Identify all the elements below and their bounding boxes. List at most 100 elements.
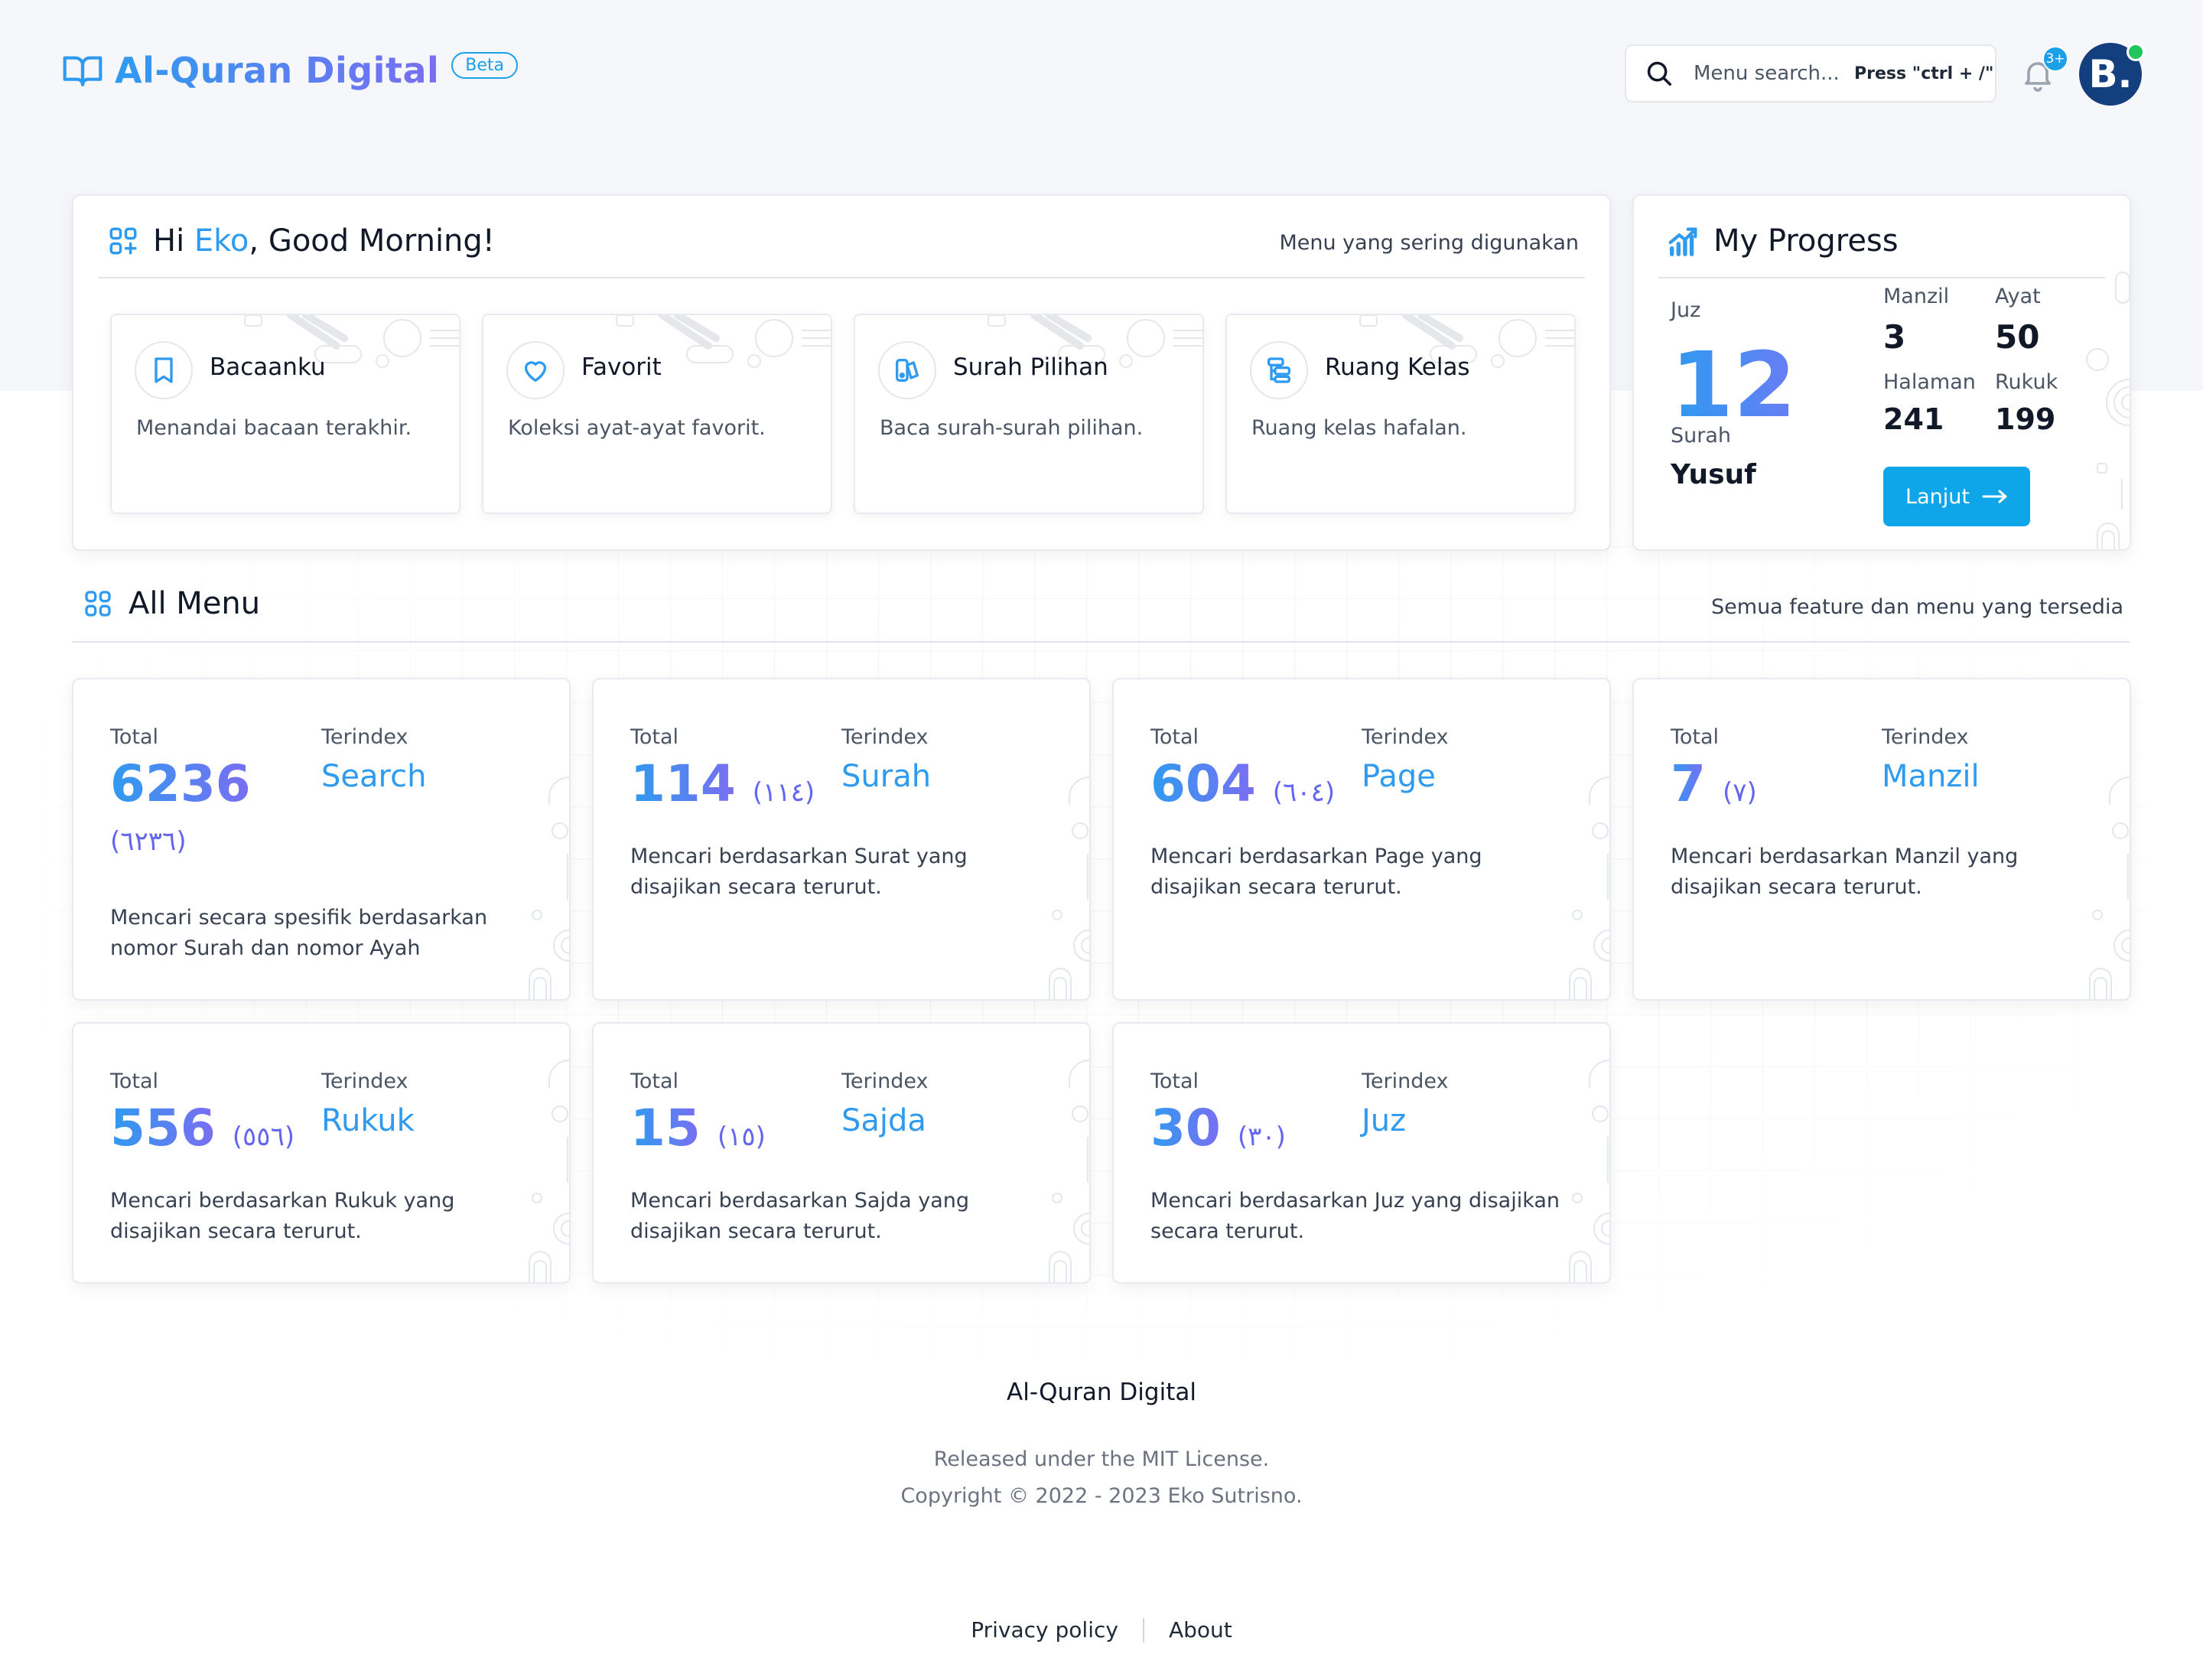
menu-card-sajda[interactable]: Total Terindex 15 (١٥) Sajda Mencari berd… (592, 1022, 1091, 1284)
index-value: Sajda (841, 1103, 926, 1138)
favorite-description: Menandai bacaan terakhir. (136, 416, 412, 440)
total-number: 7 (1671, 754, 1706, 813)
total-label: Total (1150, 1070, 1199, 1093)
rukuk-value: 199 (1995, 402, 2056, 436)
chart-up-icon (1668, 227, 1697, 256)
app-title: Al-Quran Digital (115, 50, 440, 91)
rukuk-label: Rukuk (1995, 370, 2058, 394)
favorite-icon-wrapper (1250, 341, 1308, 399)
total-arabic: (١١٤) (752, 777, 815, 808)
menu-card-rukuk[interactable]: Total Terindex 556 (٥٥٦) Rukuk Mencari be… (72, 1022, 571, 1284)
halaman-value: 241 (1883, 402, 1944, 436)
decorative-pattern (529, 777, 569, 999)
total-arabic: (٧) (1722, 777, 1757, 808)
juz-label: Juz (1671, 298, 1701, 322)
index-label: Terindex (1882, 725, 1969, 749)
footer-title: Al-Quran Digital (1007, 1379, 1196, 1406)
search-input[interactable] (1694, 62, 1847, 85)
favorite-card-favorit[interactable]: Favorit Koleksi ayat-ayat favorit. (482, 314, 832, 514)
total-value: 30 (٣٠) (1150, 1099, 1286, 1157)
index-value: Page (1362, 759, 1436, 794)
grid-icon (85, 591, 111, 617)
decorative-pattern (529, 1060, 569, 1282)
menu-description: Mencari berdasarkan Manzil yang disajika… (1671, 845, 2019, 899)
beta-badge: Beta (451, 51, 518, 79)
favorite-icon-wrapper (135, 341, 193, 399)
index-label: Terindex (321, 725, 408, 749)
total-number: 6236 (110, 754, 251, 813)
decorative-pattern (1569, 1060, 1609, 1282)
total-arabic: (٥٥٦) (232, 1122, 295, 1152)
greeting-subtitle: Menu yang sering digunakan (1279, 231, 1579, 255)
total-value: 114 (١١٤) (630, 754, 815, 813)
total-arabic: (١٥) (717, 1122, 766, 1152)
menu-card-search[interactable]: Total Terindex 6236 (٦٢٣٦) Search Mencar… (72, 678, 571, 1001)
favorite-card-ruang-kelas[interactable]: Ruang Kelas Ruang kelas hafalan. (1225, 314, 1576, 514)
progress-title: My Progress (1713, 223, 1899, 259)
favorite-description: Ruang kelas hafalan. (1251, 416, 1467, 440)
total-label: Total (110, 1070, 159, 1093)
book-select-icon (896, 359, 919, 382)
favorite-icon-wrapper (878, 341, 936, 399)
index-label: Terindex (1362, 1070, 1449, 1093)
total-value: 556 (٥٥٦) (110, 1099, 294, 1157)
favorite-card-surah-pilihan[interactable]: Surah Pilihan Baca surah-surah pilihan. (854, 314, 1204, 514)
total-value: 604 (٦٠٤) (1150, 754, 1335, 813)
menu-card-page[interactable]: Total Terindex 604 (٦٠٤) Page Mencari ber… (1112, 678, 1611, 1001)
total-arabic: (٦٢٣٦) (110, 826, 187, 857)
decorative-pattern (1049, 1060, 1089, 1282)
manzil-label: Manzil (1883, 285, 1950, 308)
menu-card-surah[interactable]: Total Terindex 114 (١١٤) Surah Mencari be… (592, 678, 1091, 1001)
greeting-prefix: Hi (153, 223, 194, 259)
ayat-label: Ayat (1995, 285, 2041, 308)
total-label: Total (630, 1070, 679, 1093)
total-arabic: (٣٠) (1237, 1122, 1286, 1152)
total-number: 556 (110, 1099, 216, 1157)
menu-description: Mencari berdasarkan Juz yang disajikan s… (1150, 1189, 1560, 1243)
favorite-icon-wrapper (506, 341, 565, 399)
favorite-description: Baca surah-surah pilihan. (880, 416, 1144, 440)
greeting-card: Hi Eko, Good Morning! Menu yang sering d… (72, 194, 1611, 551)
footer-links: Privacy policy About (0, 1617, 2203, 1643)
halaman-label: Halaman (1883, 370, 1976, 394)
manzil-value: 3 (1883, 318, 1906, 356)
surah-label: Surah (1671, 424, 1732, 448)
total-number: 604 (1150, 754, 1256, 813)
footer-copyright: Copyright © 2022 - 2023 Eko Sutrisno. (900, 1484, 1303, 1508)
brand[interactable]: Al-Quran Digital Beta (61, 49, 518, 92)
user-name: Eko (194, 223, 249, 259)
ayat-value: 50 (1995, 318, 2040, 356)
menu-card-manzil[interactable]: Total Terindex 7 (٧) Manzil Mencari berda… (1632, 678, 2131, 1001)
decorative-pattern (2086, 272, 2130, 549)
index-label: Terindex (321, 1070, 408, 1093)
divider (1658, 277, 2105, 278)
search-box[interactable]: Press "ctrl + /" (1625, 44, 1996, 103)
greeting-suffix: , Good Morning! (249, 223, 495, 259)
favorite-title: Ruang Kelas (1325, 353, 1470, 381)
favorite-card-bacaanku[interactable]: Bacaanku Menandai bacaan terakhir. (110, 314, 460, 514)
total-number: 114 (630, 754, 736, 813)
total-label: Total (630, 725, 679, 749)
index-value: Manzil (1882, 759, 1980, 794)
footer-license: Released under the MIT License. (933, 1447, 1270, 1471)
all-menu-subtitle: Semua feature dan menu yang tersedia (1711, 595, 2123, 619)
search-icon (1647, 61, 1671, 86)
index-value: Rukuk (321, 1103, 415, 1138)
menu-description: Mencari berdasarkan Sajda yang disajikan… (630, 1189, 969, 1243)
divider (98, 277, 1585, 278)
index-label: Terindex (1362, 725, 1449, 749)
continue-button[interactable]: Lanjut (1883, 467, 2030, 526)
progress-card: My Progress Juz 12 Surah Yusuf Manzil 3 … (1632, 194, 2131, 551)
menu-card-juz[interactable]: Total Terindex 30 (٣٠) Juz Mencari berdas… (1112, 1022, 1611, 1284)
privacy-policy-link[interactable]: Privacy policy (946, 1617, 1143, 1643)
surah-value: Yusuf (1671, 459, 1756, 490)
total-number: 30 (1150, 1099, 1221, 1157)
total-label: Total (1671, 725, 1720, 749)
total-value: 7 (٧) (1671, 754, 1757, 813)
apps-add-icon (109, 227, 137, 255)
notification-badge: 3+ (2042, 46, 2068, 72)
menu-description: Mencari berdasarkan Rukuk yang disajikan… (110, 1189, 455, 1243)
bookmark-icon (155, 357, 173, 383)
index-value: Juz (1362, 1103, 1407, 1138)
about-link[interactable]: About (1144, 1617, 1257, 1643)
